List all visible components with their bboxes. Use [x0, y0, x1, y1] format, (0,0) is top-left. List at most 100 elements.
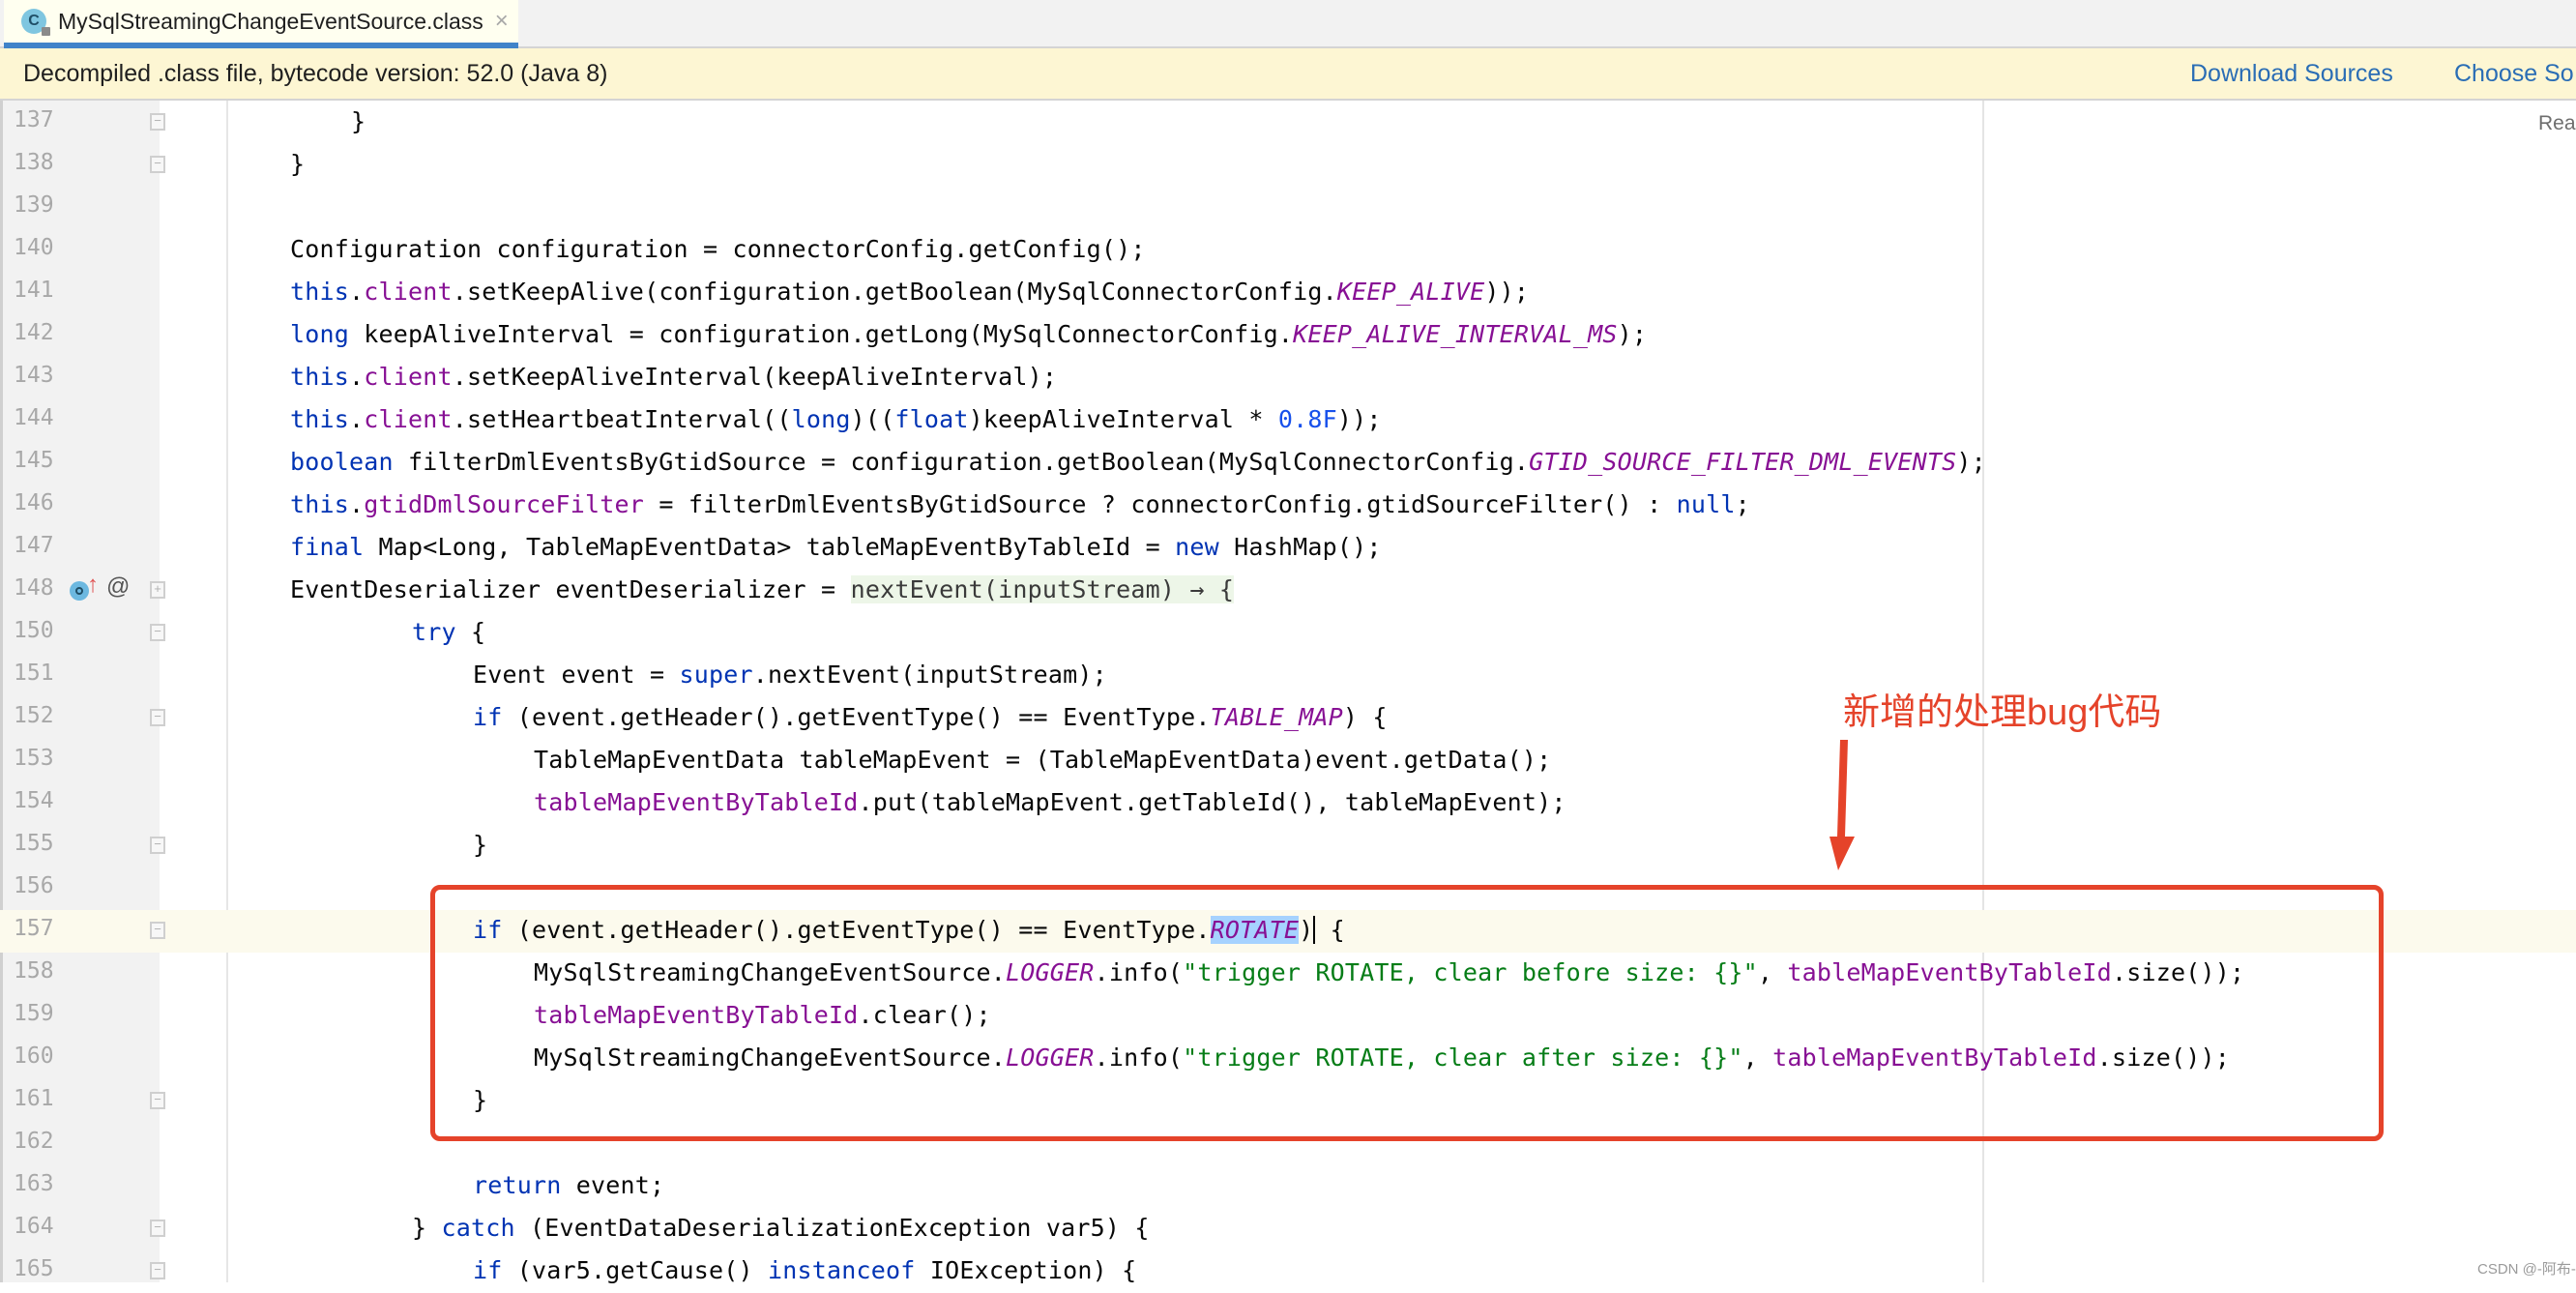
fold-collapse-icon[interactable]: − [150, 922, 165, 939]
code-line[interactable]: 137 −} [0, 102, 2576, 144]
fold-collapse-icon[interactable]: − [150, 1262, 165, 1279]
line-number[interactable]: 165 [14, 1256, 54, 1281]
code-token: 0.8F [1277, 405, 1337, 433]
editor-tab[interactable]: C MySqlStreamingChangeEventSource.class … [4, 0, 518, 48]
line-number[interactable]: 152 [14, 703, 54, 728]
choose-sources-link[interactable]: Choose So [2454, 60, 2574, 88]
annotation-at-icon[interactable]: @ [106, 573, 130, 601]
line-number[interactable]: 159 [14, 1001, 54, 1026]
line-number[interactable]: 150 [14, 618, 54, 643]
code-token: . [349, 405, 365, 433]
line-number[interactable]: 143 [14, 363, 54, 388]
code-token: if [473, 703, 503, 731]
code-token: } [290, 150, 306, 178]
line-number[interactable]: 160 [14, 1043, 54, 1069]
line-number[interactable]: 138 [14, 150, 54, 175]
fold-collapse-icon[interactable]: − [150, 156, 165, 173]
code-line[interactable]: 155 −} [0, 825, 2576, 867]
code-line[interactable]: 138 −} [0, 144, 2576, 187]
code-token: float [894, 405, 969, 433]
code-text: return event; [473, 1171, 664, 1199]
code-line[interactable]: 165 − if (var5.getCause() instanceof IOExc… [0, 1250, 2576, 1293]
code-line[interactable]: 146 this.gtidDmlSourceFilter = filterDmlE… [0, 485, 2576, 527]
code-token: )); [1336, 405, 1382, 433]
code-token: )keepAliveInterval * [968, 405, 1278, 433]
code-line[interactable]: 148 ↑ @ + EventDeserializer eventDeserialize… [0, 570, 2576, 612]
code-line[interactable]: 150 − try { [0, 612, 2576, 655]
code-line[interactable]: 164−} catch (EventDataDeserializationExc… [0, 1208, 2576, 1250]
fold-expand-icon[interactable]: + [150, 581, 165, 599]
line-number[interactable]: 137 [14, 107, 54, 132]
download-sources-link[interactable]: Download Sources [2190, 60, 2393, 88]
code-line[interactable]: 140 Configuration configuration = connect… [0, 229, 2576, 272]
fold-collapse-icon[interactable]: − [150, 1220, 165, 1237]
code-text: tableMapEventByTableId.put(tableMapEvent… [534, 788, 1566, 816]
fold-collapse-icon[interactable]: − [150, 624, 165, 641]
line-number[interactable]: 147 [14, 533, 54, 558]
fold-collapse-icon[interactable]: − [150, 113, 165, 131]
code-token: } [351, 107, 366, 135]
code-line[interactable]: 145 boolean filterDmlEventsByGtidSource =… [0, 442, 2576, 485]
decompiled-banner: Decompiled .class file, bytecode version… [0, 48, 2576, 101]
code-text: Configuration configuration = connectorC… [290, 235, 1146, 263]
code-token: instanceof [768, 1256, 916, 1284]
line-number[interactable]: 142 [14, 320, 54, 345]
code-line[interactable]: 154 tableMapEventByTableId.put(tableMapEv… [0, 782, 2576, 825]
code-line[interactable]: 143 this.client.setKeepAliveInterval(keep… [0, 357, 2576, 399]
line-number[interactable]: 162 [14, 1129, 54, 1154]
code-token: )); [1484, 278, 1530, 306]
code-text: } [351, 107, 366, 135]
fold-collapse-icon[interactable]: − [150, 1092, 165, 1109]
code-token: event; [561, 1171, 665, 1199]
code-token: null [1676, 490, 1736, 518]
fold-collapse-icon[interactable]: − [150, 709, 165, 726]
code-line[interactable]: 153 TableMapEventData tableMapEvent = (Ta… [0, 740, 2576, 782]
override-up-arrow-icon[interactable]: ↑ [87, 572, 99, 599]
code-token: if [473, 1256, 503, 1284]
code-line[interactable]: 147 final Map<Long, TableMapEventData> ta… [0, 527, 2576, 570]
code-line[interactable]: 144 this.client.setHeartbeatInterval((lon… [0, 399, 2576, 442]
line-number[interactable]: 141 [14, 278, 54, 303]
code-token: IOException) { [915, 1256, 1137, 1284]
code-token: } [412, 1214, 442, 1242]
editor-tab-bar: C MySqlStreamingChangeEventSource.class … [0, 0, 2576, 48]
line-number[interactable]: 157 [14, 916, 54, 941]
fold-collapse-icon[interactable]: − [150, 837, 165, 854]
code-text: Event event = super.nextEvent(inputStrea… [473, 661, 1107, 689]
code-token: client [364, 363, 453, 391]
line-number[interactable]: 153 [14, 746, 54, 771]
code-line[interactable]: 152 − if (event.getHeader().getEventType()… [0, 697, 2576, 740]
code-text: } [473, 831, 487, 859]
line-number[interactable]: 155 [14, 831, 54, 856]
line-number[interactable]: 144 [14, 405, 54, 430]
code-token: KEEP_ALIVE_INTERVAL_MS [1293, 320, 1618, 348]
line-number[interactable]: 158 [14, 958, 54, 984]
code-line[interactable]: 163 return event; [0, 1165, 2576, 1208]
code-text: this.client.setHeartbeatInterval((long)(… [290, 405, 1382, 433]
code-token: ); [1617, 320, 1648, 348]
code-token: long [290, 320, 350, 348]
code-line[interactable]: 141 this.client.setKeepAlive(configuratio… [0, 272, 2576, 314]
line-number[interactable]: 154 [14, 788, 54, 813]
line-number[interactable]: 140 [14, 235, 54, 260]
close-icon[interactable]: × [495, 8, 509, 35]
tab-label: MySqlStreamingChangeEventSource.class [58, 8, 483, 34]
line-number[interactable]: 164 [14, 1214, 54, 1239]
line-number[interactable]: 139 [14, 192, 54, 218]
code-line[interactable]: 151 Event event = super.nextEvent(inputSt… [0, 655, 2576, 697]
code-token: .put(tableMapEvent.getTableId(), tableMa… [858, 788, 1566, 816]
code-token: this [290, 490, 350, 518]
line-number[interactable]: 163 [14, 1171, 54, 1196]
code-token: . [349, 278, 365, 306]
code-line[interactable]: 139 [0, 187, 2576, 229]
line-number[interactable]: 146 [14, 490, 54, 515]
line-number[interactable]: 148 [14, 575, 54, 601]
line-number[interactable]: 161 [14, 1086, 54, 1111]
code-line[interactable]: 142 long keepAliveInterval = configuratio… [0, 314, 2576, 357]
line-number[interactable]: 151 [14, 661, 54, 686]
code-token: .setKeepAlive(configuration.getBoolean(M… [452, 278, 1337, 306]
line-number[interactable]: 156 [14, 873, 54, 898]
code-text: TableMapEventData tableMapEvent = (Table… [534, 746, 1551, 774]
implementing-method-icon[interactable] [70, 581, 89, 601]
line-number[interactable]: 145 [14, 448, 54, 473]
